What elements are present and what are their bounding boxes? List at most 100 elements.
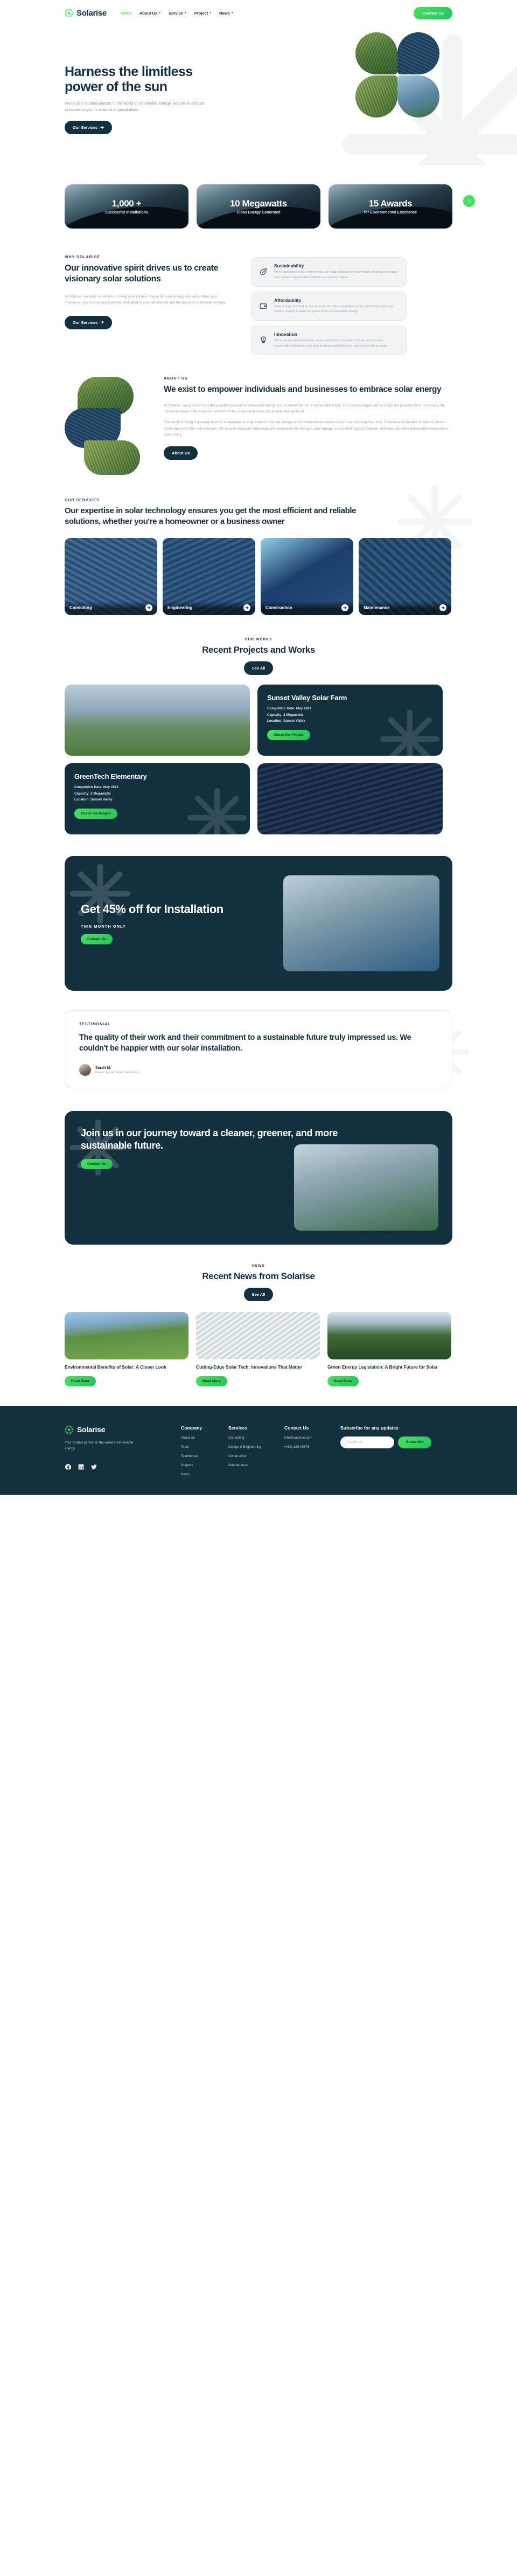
news-card[interactable]: Cutting-Edge Solar Tech: Innovations Tha… (196, 1312, 320, 1386)
why-eyebrow: WHY SOLARISE (65, 255, 100, 259)
why-copy: WHY SOLARISE Our innovative spirit drive… (65, 255, 237, 329)
footer-link-team[interactable]: Team (181, 1445, 228, 1449)
author-name: Sarah M. (95, 1066, 111, 1070)
brand-name: Solarise (76, 8, 107, 18)
news-card[interactable]: Green Energy Legislation: A Bright Futur… (327, 1312, 451, 1386)
service-card-construction[interactable]: Construction ➔ (261, 537, 353, 615)
footer-link-maintenance[interactable]: Maintenance (228, 1463, 284, 1467)
page-root: Solarise Home About Us ▼ Service ▼ Project… (0, 0, 517, 1495)
about-image-3 (84, 440, 140, 475)
nav-item-project[interactable]: Project ▼ (194, 11, 212, 16)
feature-body: We're committed to the environment. Our … (274, 271, 398, 279)
about-eyebrow: ABOUT US (164, 376, 188, 381)
arrow-right-icon[interactable]: ➔ (341, 604, 348, 612)
avatar (79, 1064, 91, 1076)
feature-card-sustainability: Sustainability We're committed to the en… (251, 257, 407, 287)
news-headline: Green Energy Legislation: A Bright Futur… (327, 1364, 438, 1370)
stat-label: for Environmental Excellence (364, 211, 417, 215)
testimonial-card: TESTIMONIAL The quality of their work an… (65, 1010, 452, 1089)
project-capacity: Capacity: 2 Megawatts (267, 713, 304, 717)
site-header: Solarise Home About Us ▼ Service ▼ Project… (0, 0, 517, 26)
footer-link-construction[interactable]: Construction (228, 1454, 284, 1458)
about-image-cluster (65, 376, 151, 475)
arrow-right-icon[interactable]: ➔ (243, 604, 250, 612)
hero-image-2 (397, 32, 439, 74)
footer-link-news[interactable]: News (181, 1473, 228, 1476)
service-card-consulting[interactable]: Consulting ➔ (65, 537, 157, 615)
footer-tagline: Your trusted partner in the world of ren… (65, 1440, 134, 1451)
twitter-icon[interactable] (90, 1463, 97, 1470)
about-body-2: The world is facing a growing need for s… (164, 420, 449, 437)
read-more-button[interactable]: Read More (196, 1376, 227, 1386)
read-more-button[interactable]: Read More (327, 1376, 359, 1386)
footer-link-design-engineering[interactable]: Design & Engineering (228, 1445, 284, 1449)
news-title: Recent News from Solarise (202, 1271, 315, 1282)
footer-logo[interactable]: Solarise (65, 1425, 181, 1434)
nav-item-home[interactable]: Home (121, 11, 132, 16)
promo-kicker: THIS MONTH ONLY (81, 923, 126, 929)
nav-item-service[interactable]: Service ▼ (169, 11, 187, 16)
read-more-button[interactable]: Read More (65, 1376, 96, 1386)
author-role: Owner Sunset Valley Solar Farm (95, 1071, 139, 1074)
promo-copy: Get 45% off for Installation THIS MONTH … (81, 902, 242, 944)
hero-image-3 (355, 75, 397, 118)
feature-title: Affordability (274, 297, 302, 303)
testimonial-section: TESTIMONIAL The quality of their work an… (65, 991, 470, 1095)
nav-item-about-us[interactable]: About Us ▼ (139, 11, 161, 16)
facebook-icon[interactable] (65, 1463, 72, 1470)
leaf-icon (258, 266, 269, 277)
join-image (294, 1144, 438, 1231)
hero-subtitle: We're your trusted partner in the world … (65, 101, 204, 112)
news-eyebrow: NEWS (252, 1264, 265, 1268)
works-see-all-button[interactable]: See All (243, 661, 274, 675)
email-input[interactable] (340, 1436, 394, 1448)
about-us-button[interactable]: About Us (164, 446, 198, 460)
feature-body: Solar energy shouldn't be out of reach. … (274, 305, 393, 314)
footer-email[interactable]: info@solarise.com (284, 1436, 340, 1440)
news-image (65, 1312, 188, 1360)
check-the-project-button[interactable]: Check the Project (267, 729, 310, 740)
nav-label: News (219, 10, 230, 16)
contact-us-button[interactable]: Contact Us (414, 6, 452, 19)
wallet-icon (258, 301, 269, 312)
footer-brand: Solarise Your trusted partner in the wor… (65, 1425, 181, 1476)
footer-heading: Company (181, 1425, 202, 1431)
check-the-project-button[interactable]: Check the Project (74, 808, 117, 819)
arrow-right-icon[interactable]: ➔ (439, 604, 446, 612)
join-cta-section: Join us in our journey toward a cleaner,… (65, 1111, 452, 1245)
stat-card: 10 Megawatts Clean Energy Generated (197, 184, 320, 229)
project-image-greentech-elementary (257, 763, 443, 834)
brand-logo[interactable]: Solarise (65, 9, 107, 18)
hero-our-services-button[interactable]: Our Services ➔ (65, 121, 112, 134)
service-card-maintenance[interactable]: Maintenance ➔ (359, 537, 451, 615)
arrow-right-icon: ➔ (100, 320, 104, 325)
news-see-all-button[interactable]: See All (243, 1288, 274, 1302)
service-card-engineering[interactable]: Engineering ➔ (163, 537, 255, 615)
nav-item-news[interactable]: News ▼ (219, 11, 234, 16)
join-banner: Join us in our journey toward a cleaner,… (65, 1111, 452, 1245)
footer-link-about-us[interactable]: About Us (181, 1436, 228, 1440)
promo-contact-us-button[interactable]: Contact Us (81, 934, 113, 944)
footer-phone[interactable]: (+62) 1234 5678 (284, 1445, 340, 1449)
footer-link-testimonial[interactable]: Testimonial (181, 1454, 228, 1458)
feature-title: Innovation (274, 332, 297, 337)
footer-column-contact: Contact Us info@solarise.com (+62) 1234 … (284, 1425, 340, 1476)
subscribe-form: Subscribe (340, 1436, 435, 1448)
footer-column-company: Company About Us Team Testimonial Projec… (181, 1425, 228, 1476)
linkedin-icon[interactable] (78, 1463, 85, 1470)
join-title: Join us in our journey toward a cleaner,… (81, 1128, 338, 1151)
scroll-to-top-button[interactable]: ↑ (463, 195, 475, 207)
works-title: Recent Projects and Works (202, 644, 315, 655)
news-headline: Environmental Benefits of Solar: A Close… (65, 1364, 166, 1370)
footer-link-consulting[interactable]: Consulting (228, 1436, 284, 1440)
join-contact-us-button[interactable]: Contact Us (81, 1159, 113, 1170)
why-our-services-button[interactable]: Our Services ➔ (65, 315, 112, 329)
chevron-down-icon: ▼ (230, 11, 234, 15)
footer-link-projects[interactable]: Projects (181, 1463, 228, 1467)
why-solarise-section: WHY SOLARISE Our innovative spirit drive… (65, 238, 452, 361)
news-card[interactable]: Environmental Benefits of Solar: A Close… (65, 1312, 188, 1386)
sun-burst-icon (65, 8, 74, 18)
subscribe-button[interactable]: Subscribe (398, 1436, 431, 1448)
arrow-right-icon[interactable]: ➔ (145, 604, 152, 612)
project-location: Location: Sunset Valley (74, 798, 113, 802)
